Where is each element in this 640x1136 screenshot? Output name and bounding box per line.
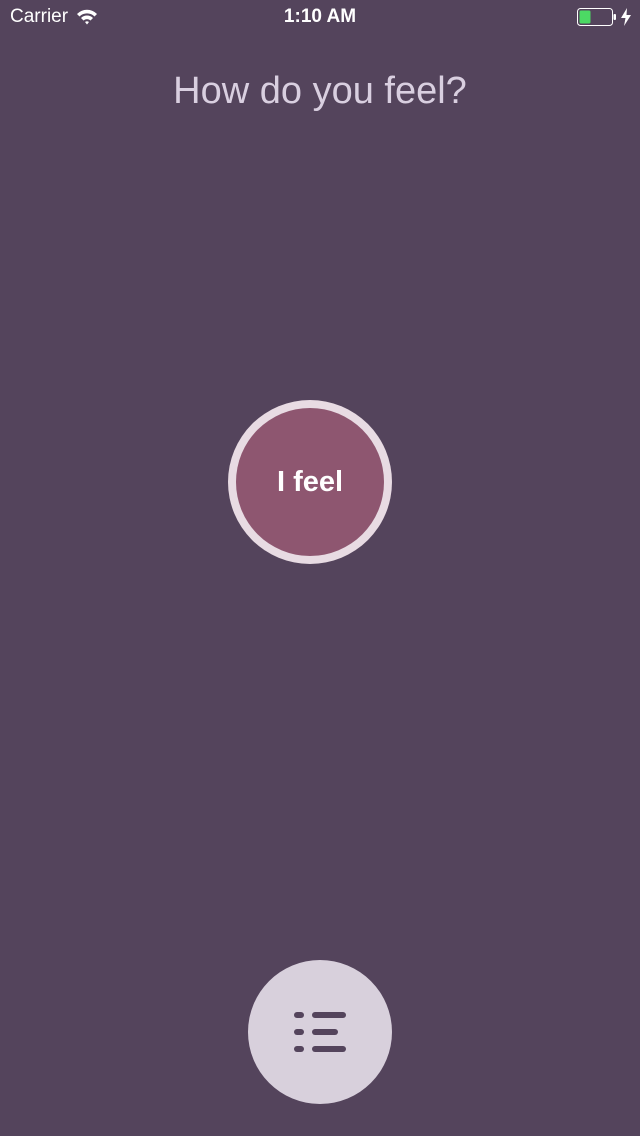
status-time: 1:10 AM	[283, 6, 357, 27]
battery-group	[577, 8, 632, 26]
i-feel-button-face[interactable]: I feel	[236, 408, 384, 556]
bolt-icon	[620, 8, 632, 26]
i-feel-label: I feel	[276, 465, 344, 498]
list-button[interactable]	[248, 960, 392, 1104]
status-bar: Carrier 1:10 AM	[0, 0, 640, 36]
list-icon	[292, 1007, 348, 1057]
battery-icon	[577, 8, 617, 26]
page-title: How do you feel?	[173, 70, 467, 112]
i-feel-button[interactable]: I feel	[228, 400, 392, 564]
